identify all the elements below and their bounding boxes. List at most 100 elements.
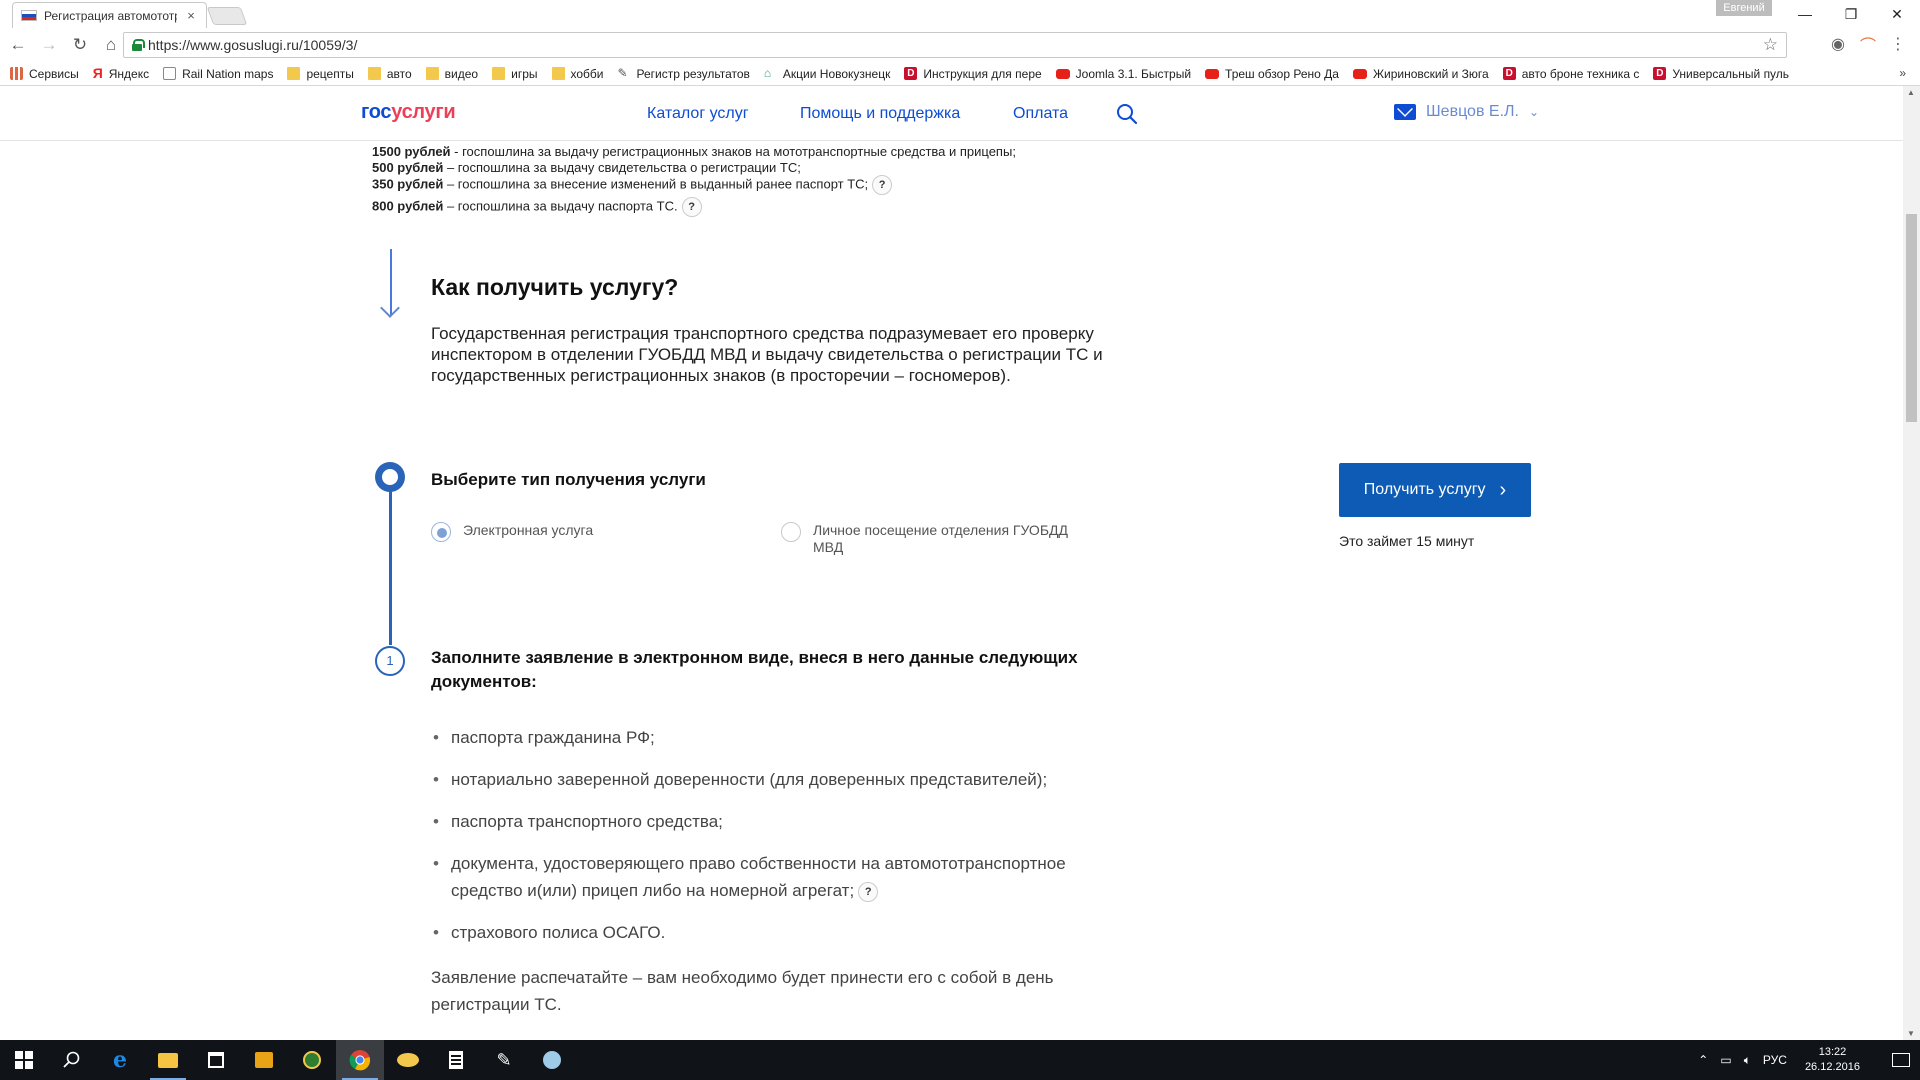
taskbar-search-icon[interactable] bbox=[48, 1040, 96, 1080]
mail-icon[interactable] bbox=[1394, 104, 1416, 120]
nav-catalog[interactable]: Каталог услуг bbox=[647, 105, 749, 123]
bookmark-item[interactable]: Сервисы bbox=[10, 67, 79, 81]
fee-line: 500 рублей – госпошлина за выдачу свидет… bbox=[372, 160, 801, 175]
close-window-button[interactable]: ✕ bbox=[1874, 0, 1920, 28]
pen-icon: ✎ bbox=[617, 66, 628, 80]
bookmark-star-icon[interactable]: ☆ bbox=[1763, 35, 1778, 55]
chevron-down-icon[interactable]: ⌄ bbox=[1529, 105, 1539, 119]
folder-icon bbox=[425, 67, 439, 80]
list-item: паспорта гражданина РФ; bbox=[433, 724, 1151, 751]
bookmark-item[interactable]: Жириновский и Зюга bbox=[1352, 67, 1489, 81]
back-arrow-icon[interactable]: ← bbox=[5, 32, 31, 58]
batman-icon[interactable] bbox=[384, 1040, 432, 1080]
fee-line: 350 рублей – госпошлина за внесение изме… bbox=[372, 175, 893, 195]
yt-icon bbox=[1352, 68, 1367, 79]
media-player-icon[interactable] bbox=[240, 1040, 288, 1080]
step-active-marker bbox=[375, 462, 405, 492]
browser-titlebar: Регистрация автомототранспортных средств… bbox=[0, 0, 1920, 28]
page-scrollbar[interactable]: ▲ ▼ bbox=[1903, 86, 1920, 1040]
url-text[interactable]: https://www.gosuslugi.ru/10059/3/ bbox=[148, 37, 357, 53]
tray-chevron-up-icon[interactable]: ⌃ bbox=[1698, 1053, 1708, 1067]
windows-start-icon[interactable] bbox=[0, 1040, 48, 1080]
bookmark-item[interactable]: D Универсальный пуль bbox=[1653, 67, 1789, 81]
bookmark-item[interactable]: хобби bbox=[551, 67, 604, 81]
bookmark-item[interactable]: Rail Nation maps bbox=[163, 67, 273, 81]
bookmark-item[interactable]: D Инструкция для пере bbox=[904, 66, 1042, 81]
clock[interactable]: 13:22 26.12.2016 bbox=[1805, 1045, 1860, 1075]
bookmark-label: Универсальный пуль bbox=[1672, 66, 1790, 81]
notifications-icon[interactable] bbox=[1892, 1053, 1910, 1067]
profile-badge[interactable]: Евгений bbox=[1716, 0, 1772, 16]
address-bar[interactable]: https://www.gosuslugi.ru/10059/3/ ☆ bbox=[123, 32, 1787, 58]
help-icon[interactable]: ? bbox=[858, 881, 879, 902]
bookmark-item[interactable]: видео bbox=[425, 67, 478, 81]
bookmark-item[interactable]: Dавто броне техника с bbox=[1502, 67, 1639, 81]
chevron-right-icon: › bbox=[1499, 479, 1507, 501]
bookmark-item[interactable]: игры bbox=[492, 67, 538, 81]
bookmark-item[interactable]: рецепты bbox=[287, 66, 354, 81]
bookmark-item[interactable]: авто bbox=[367, 66, 412, 81]
bookmark-label: рецепты bbox=[306, 66, 354, 81]
site-header: госуслуги Каталог услуг Помощь и поддерж… bbox=[0, 86, 1903, 141]
restore-button[interactable]: ❐ bbox=[1828, 0, 1874, 28]
bookmark-item[interactable]: ⌂ Акции Новокузнецк bbox=[764, 67, 890, 81]
fee-amount: 1500 рублей bbox=[372, 144, 451, 159]
nav-payment[interactable]: Оплата bbox=[1013, 105, 1068, 123]
tab-close-icon[interactable]: × bbox=[184, 8, 198, 23]
search-icon[interactable] bbox=[1116, 103, 1138, 125]
scroll-down-icon[interactable]: ▼ bbox=[1907, 1029, 1915, 1038]
extension-rainbow-icon[interactable]: ⌒ bbox=[1858, 32, 1878, 56]
reload-icon[interactable]: ↻ bbox=[67, 32, 93, 58]
bookmarks-overflow-icon[interactable]: » bbox=[1899, 66, 1906, 80]
radio-personal-visit[interactable]: Личное посещение отделения ГУОБДД МВД bbox=[781, 522, 1101, 556]
file-explorer-icon[interactable] bbox=[144, 1040, 192, 1080]
bookmark-item[interactable]: ✎ Регистр результатов bbox=[618, 67, 750, 81]
tools-icon[interactable] bbox=[528, 1040, 576, 1080]
page-icon bbox=[163, 67, 177, 80]
radio-button[interactable] bbox=[781, 522, 801, 542]
scrollbar-thumb[interactable] bbox=[1906, 214, 1917, 422]
help-icon[interactable]: ? bbox=[681, 197, 702, 217]
volume-icon[interactable]: 🔈︎ bbox=[1744, 1053, 1751, 1068]
calculator-icon[interactable] bbox=[432, 1040, 480, 1080]
user-name[interactable]: Шевцов Е.Л. bbox=[1426, 103, 1519, 121]
gosuslugi-logo[interactable]: госуслуги bbox=[361, 101, 456, 124]
minimize-button[interactable]: — bbox=[1782, 0, 1828, 28]
bookmark-label: Акции Новокузнецк bbox=[782, 66, 891, 81]
home-icon[interactable]: ⌂ bbox=[98, 32, 124, 58]
radio-label[interactable]: Личное посещение отделения ГУОБДД МВД bbox=[813, 522, 1101, 556]
pen-icon[interactable]: ✎ bbox=[480, 1040, 528, 1080]
logo-part-gos: гос bbox=[361, 101, 392, 123]
bookmark-item[interactable]: Треш обзор Рено Да bbox=[1205, 67, 1339, 81]
radio-button-checked[interactable] bbox=[431, 522, 451, 542]
new-tab-button[interactable] bbox=[206, 7, 248, 25]
browser-tab[interactable]: Регистрация автомототранспортных средств… bbox=[12, 2, 207, 28]
bookmark-item[interactable]: Joomla 3.1. Быстрый bbox=[1055, 67, 1191, 81]
radio-label[interactable]: Электронная услуга bbox=[463, 522, 593, 539]
network-icon[interactable]: ▭ bbox=[1720, 1053, 1731, 1067]
lock-icon[interactable] bbox=[132, 39, 145, 51]
list-item-text: документа, удостоверяющего право собстве… bbox=[451, 854, 1066, 900]
store-icon[interactable] bbox=[192, 1040, 240, 1080]
bookmark-label: авто bbox=[386, 66, 412, 81]
get-service-button[interactable]: Получить услугу › bbox=[1339, 463, 1531, 517]
nav-help[interactable]: Помощь и поддержка bbox=[800, 105, 960, 123]
radio-electronic[interactable]: Электронная услуга bbox=[431, 522, 593, 542]
edge-icon[interactable]: e bbox=[96, 1040, 144, 1080]
bookmark-item[interactable]: Я Яндекс bbox=[93, 66, 149, 81]
bookmark-label: Инструкция для пере bbox=[923, 66, 1042, 81]
chrome-icon[interactable] bbox=[336, 1040, 384, 1080]
clock-time: 13:22 bbox=[1818, 1046, 1847, 1058]
user-menu[interactable]: Шевцов Е.Л. ⌄ bbox=[1394, 103, 1539, 121]
menu-dots-icon[interactable]: ⋮ bbox=[1888, 34, 1908, 54]
globe-icon[interactable] bbox=[288, 1040, 336, 1080]
scroll-up-icon[interactable]: ▲ bbox=[1907, 88, 1915, 97]
arrow-down-icon bbox=[390, 249, 392, 315]
extension-eye-icon[interactable]: ◉ bbox=[1828, 34, 1848, 54]
help-icon[interactable]: ? bbox=[872, 175, 893, 195]
bookmark-label: Регистр результатов bbox=[636, 66, 750, 81]
forward-arrow-icon[interactable]: → bbox=[36, 32, 62, 58]
d-icon: D bbox=[1502, 67, 1516, 80]
input-language[interactable]: РУС bbox=[1763, 1053, 1787, 1067]
step-fill-title: Заполните заявление в электронном виде, … bbox=[431, 648, 1078, 691]
